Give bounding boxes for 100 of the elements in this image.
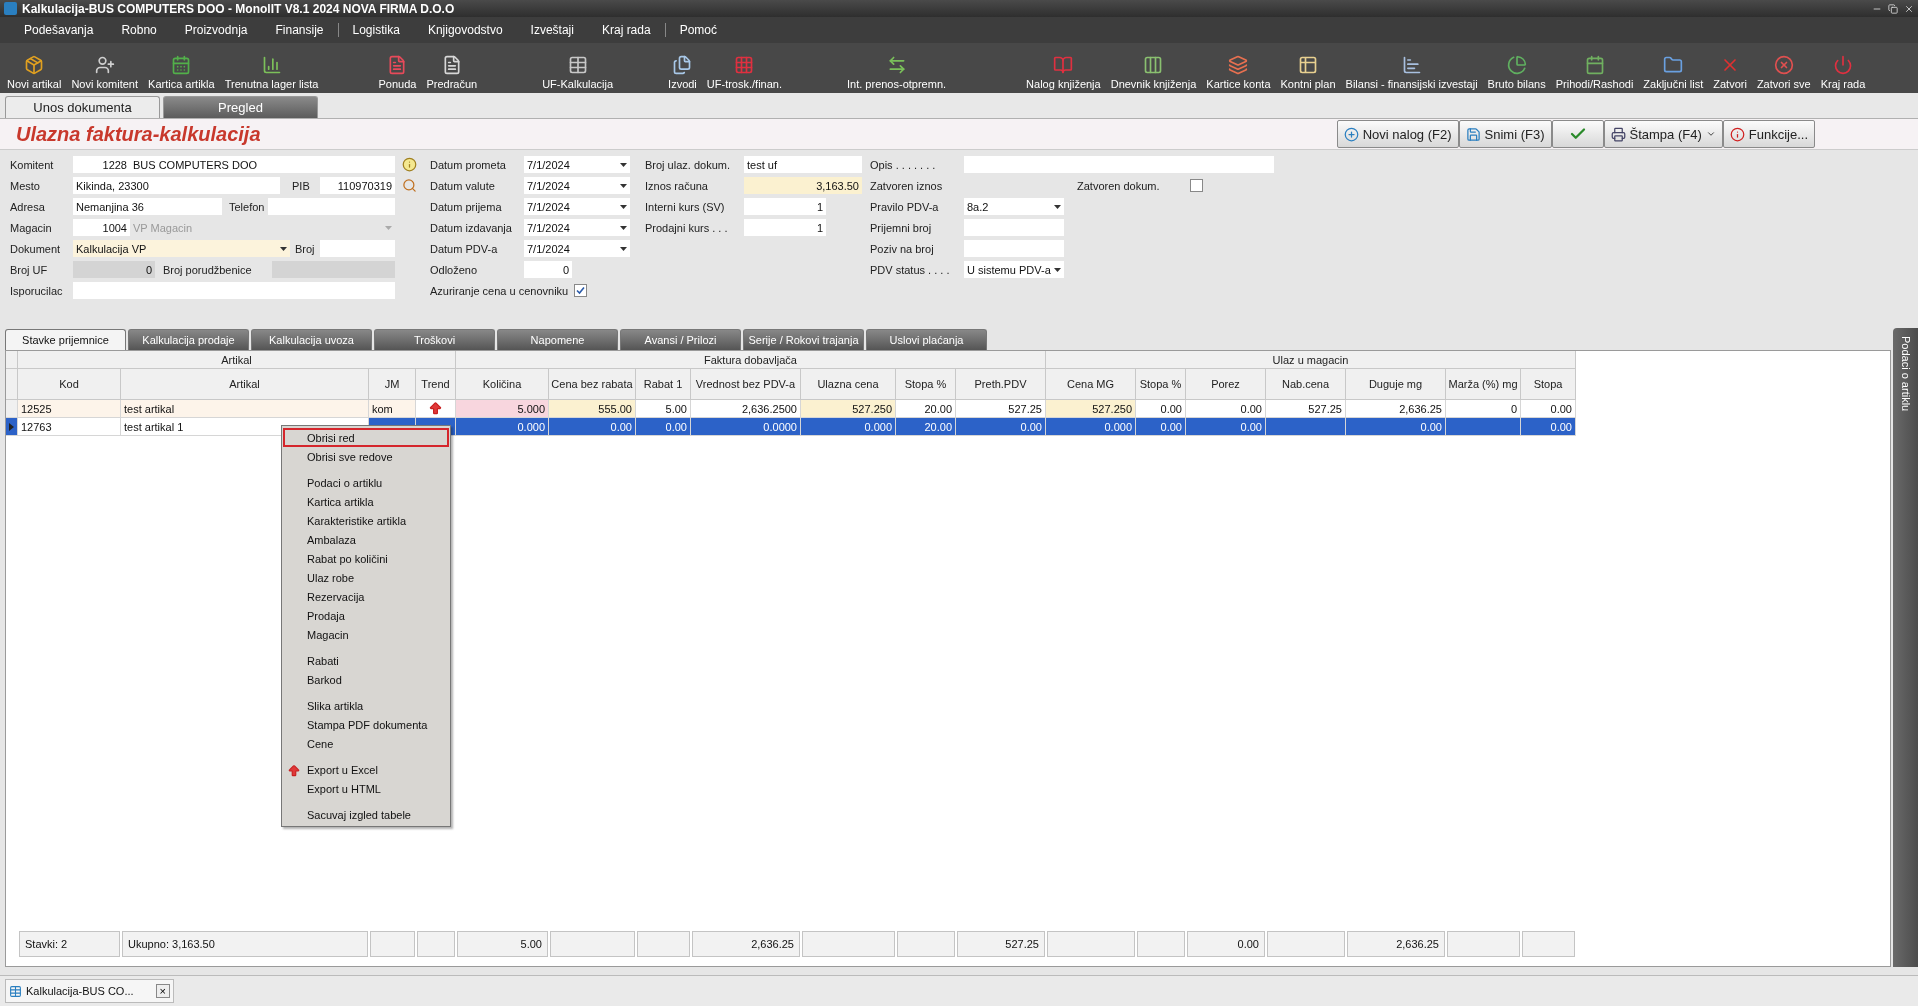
action-button[interactable]: Snimi (F3): [1458, 120, 1552, 148]
side-tab[interactable]: Podaci o artiklu: [1893, 328, 1918, 967]
column-header[interactable]: Kod: [18, 369, 121, 400]
menu-item[interactable]: Barkod: [283, 670, 449, 689]
close-button[interactable]: ×: [155, 984, 171, 998]
column-header[interactable]: Porez: [1186, 369, 1266, 400]
dropdown-field[interactable]: U sistemu PDV-a: [964, 261, 1064, 278]
action-button[interactable]: Funkcije...: [1722, 120, 1815, 148]
menu-item[interactable]: Rabat po količini: [283, 549, 449, 568]
dropdown-field[interactable]: 7/1/2024: [524, 156, 630, 173]
section-tab[interactable]: Serije / Rokovi trajanja: [743, 329, 864, 350]
menu-item[interactable]: Obrisi sve redove: [283, 447, 449, 466]
column-header[interactable]: Cena bez rabata: [549, 369, 636, 400]
text-field[interactable]: [268, 198, 395, 215]
toolbar-button[interactable]: Prihodi/Rashodi: [1550, 55, 1639, 90]
toolbar-button[interactable]: Kontni plan: [1275, 55, 1341, 90]
menu-item[interactable]: Sacuvaj izgled tabele: [283, 798, 449, 824]
toolbar-button[interactable]: Bruto bilans: [1482, 55, 1551, 90]
menu-item[interactable]: Slika artikla: [283, 689, 449, 715]
section-tab[interactable]: Kalkulacija uvoza: [251, 329, 372, 350]
menu-item[interactable]: Pomoć: [664, 23, 731, 37]
column-header[interactable]: Količina: [456, 369, 549, 400]
section-tab[interactable]: Kalkulacija prodaje: [128, 329, 249, 350]
number-field[interactable]: 1: [744, 198, 826, 215]
dropdown-field[interactable]: 7/1/2024: [524, 177, 630, 194]
column-header[interactable]: Artikal: [121, 369, 369, 400]
toolbar-button[interactable]: Kartice konta: [1201, 55, 1276, 90]
text-field[interactable]: BUS COMPUTERS DOO: [130, 156, 395, 173]
menu-item[interactable]: Finansije: [261, 23, 338, 37]
text-field[interactable]: [130, 282, 395, 299]
text-field[interactable]: test uf: [744, 156, 862, 173]
toolbar-button[interactable]: Novi komitent: [66, 55, 144, 90]
column-header[interactable]: Rabat 1: [636, 369, 691, 400]
column-header[interactable]: JM: [369, 369, 416, 400]
document-tab[interactable]: Pregled: [163, 96, 318, 118]
toolbar-button[interactable]: UF-Kalkulacija: [537, 55, 619, 90]
toolbar-button[interactable]: Kraj rada: [1815, 55, 1871, 90]
menu-item[interactable]: Cene: [283, 734, 449, 753]
toolbar-button[interactable]: Predračun: [421, 55, 483, 90]
close-icon[interactable]: [1904, 3, 1914, 14]
dropdown-field[interactable]: 7/1/2024: [524, 240, 630, 257]
column-header[interactable]: Vrednost bez PDV-a: [691, 369, 801, 400]
section-tab[interactable]: Uslovi plaćanja: [866, 329, 987, 350]
menu-item[interactable]: Robno: [107, 23, 171, 37]
toolbar-button[interactable]: Int. prenos-otpremn.: [842, 55, 952, 90]
action-button[interactable]: Štampa (F4): [1603, 120, 1723, 148]
menu-item[interactable]: Ambalaza: [283, 530, 449, 549]
text-field[interactable]: [320, 240, 395, 257]
menu-item[interactable]: Stampa PDF dokumenta: [283, 715, 449, 734]
info-icon[interactable]: [400, 155, 418, 174]
confirm-button[interactable]: [1551, 120, 1604, 148]
menu-item[interactable]: Proizvodnja: [170, 23, 262, 37]
section-tab[interactable]: Troškovi: [374, 329, 495, 350]
number-field[interactable]: 0: [524, 261, 572, 278]
column-header[interactable]: Stopa %: [896, 369, 956, 400]
toolbar-button[interactable]: Nalog knjiženja: [1021, 55, 1106, 90]
row-header-cell[interactable]: [6, 418, 18, 436]
section-tab[interactable]: Stavke prijemnice: [5, 329, 126, 350]
column-header[interactable]: Stopa %: [1136, 369, 1186, 400]
text-field[interactable]: [964, 156, 1274, 173]
toolbar-button[interactable]: Novi artikal: [2, 55, 67, 90]
menu-item[interactable]: Obrisi red: [283, 428, 449, 447]
column-header[interactable]: Trend: [416, 369, 456, 400]
number-field[interactable]: 110970319: [320, 177, 395, 194]
number-field[interactable]: 1: [744, 219, 826, 236]
menu-item[interactable]: Prodaja: [283, 606, 449, 625]
number-field[interactable]: 1228: [73, 156, 130, 173]
action-button[interactable]: Novi nalog (F2): [1336, 120, 1459, 148]
taskbar-item[interactable]: Kalkulacija-BUS CO... ×: [5, 979, 175, 1003]
text-field[interactable]: [73, 282, 130, 299]
text-field[interactable]: Nemanjina 36: [73, 198, 222, 215]
menu-item[interactable]: Podaci o artiklu: [283, 466, 449, 492]
search-icon[interactable]: [400, 176, 418, 195]
toolbar-button[interactable]: Zatvori sve: [1751, 55, 1816, 90]
column-header[interactable]: Marža (%) mg: [1446, 369, 1521, 400]
toolbar-button[interactable]: Trenutna lager lista: [219, 55, 324, 90]
document-tab[interactable]: Unos dokumenta: [5, 96, 160, 118]
dropdown-field[interactable]: 7/1/2024: [524, 219, 630, 236]
column-header[interactable]: Duguje mg: [1346, 369, 1446, 400]
menu-item[interactable]: Kraj rada: [587, 23, 665, 37]
row-header-cell[interactable]: [6, 400, 18, 418]
dropdown-field[interactable]: Kalkulacija VP: [73, 240, 290, 257]
toolbar-button[interactable]: Kartica artikla: [143, 55, 220, 90]
checkbox[interactable]: [1190, 179, 1203, 192]
menu-item[interactable]: Magacin: [283, 625, 449, 644]
menu-item[interactable]: Rabati: [283, 644, 449, 670]
dropdown-field[interactable]: 8a.2: [964, 198, 1064, 215]
toolbar-button[interactable]: Izvodi: [663, 55, 702, 90]
menu-item[interactable]: Export u Excel: [283, 753, 449, 779]
menu-item[interactable]: Rezervacija: [283, 587, 449, 606]
column-header[interactable]: Ulazna cena: [801, 369, 896, 400]
menu-item[interactable]: Izveštaji: [516, 23, 588, 37]
column-header[interactable]: Preth.PDV: [956, 369, 1046, 400]
toolbar-button[interactable]: Dnevnik knjiženja: [1105, 55, 1202, 90]
column-header[interactable]: Nab.cena: [1266, 369, 1346, 400]
number-field[interactable]: 1004: [73, 219, 130, 236]
toolbar-button[interactable]: UF-trosk./finan.: [701, 55, 787, 90]
toolbar-button[interactable]: Bilansi - finansijski izvestaji: [1340, 55, 1483, 90]
menu-item[interactable]: Logistika: [337, 23, 414, 37]
column-header[interactable]: Cena MG: [1046, 369, 1136, 400]
